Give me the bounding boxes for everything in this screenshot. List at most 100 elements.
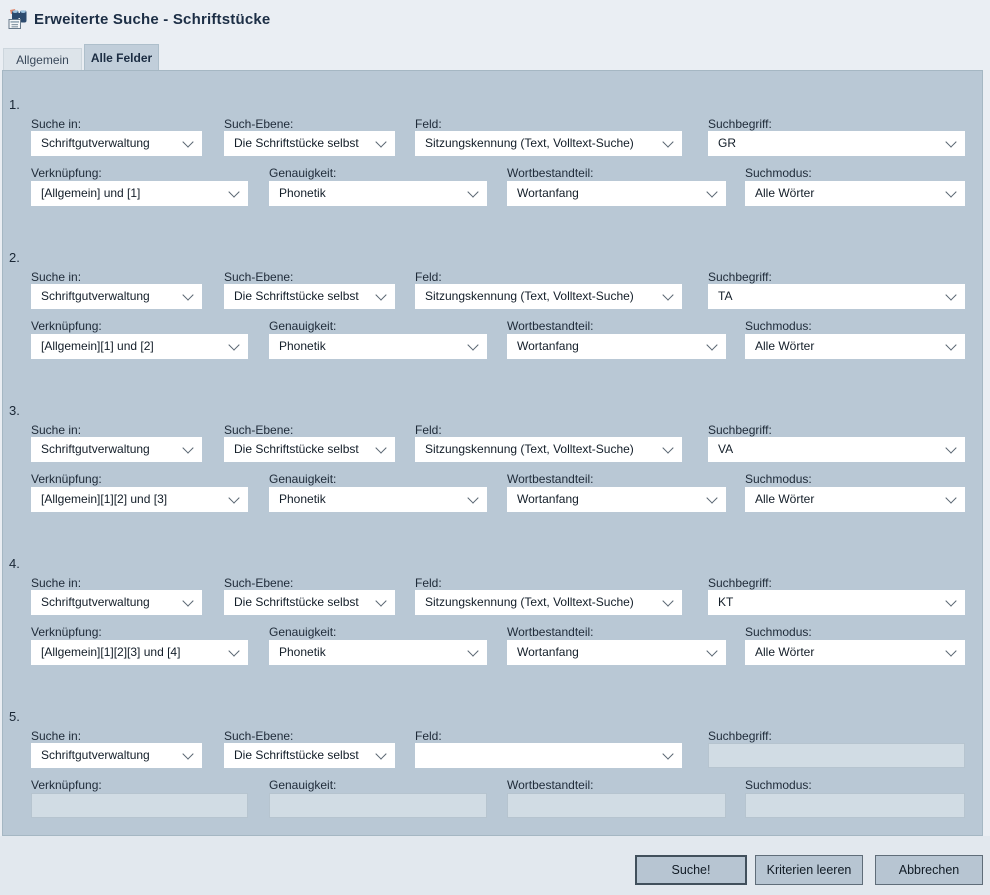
window-titlebar: Erweiterte Suche - Schriftstücke [0, 0, 990, 44]
suche-in-select[interactable]: Schriftgutverwaltung [31, 590, 202, 615]
chevron-down-icon [945, 186, 956, 197]
wortbestandteil-value: Wortanfang [517, 487, 579, 512]
suchbegriff-combo[interactable]: TA [708, 284, 965, 309]
suchmodus-value: Alle Wörter [755, 487, 814, 512]
such-ebene-select[interactable]: Die Schriftstücke selbst [224, 743, 395, 768]
genauigkeit-value: Phonetik [279, 181, 326, 206]
chevron-down-icon [945, 595, 956, 606]
chevron-down-icon [375, 748, 386, 759]
suche-in-select[interactable]: Schriftgutverwaltung [31, 743, 202, 768]
chevron-down-icon [662, 136, 673, 147]
verknuepfung-select[interactable]: [Allgemein] und [1] [31, 181, 248, 206]
chevron-down-icon [945, 289, 956, 300]
genauigkeit-select[interactable]: Phonetik [269, 334, 487, 359]
suche-in-select[interactable]: Schriftgutverwaltung [31, 131, 202, 156]
suchbegriff-label: Suchbegriff: [708, 729, 772, 743]
wortbestandteil-select[interactable]: Wortanfang [507, 334, 726, 359]
chevron-down-icon [182, 442, 193, 453]
chevron-down-icon [375, 442, 386, 453]
suchmodus-select[interactable]: Alle Wörter [745, 334, 965, 359]
genauigkeit-select[interactable]: Phonetik [269, 487, 487, 512]
suchbegriff-value: KT [718, 590, 733, 615]
genauigkeit-label: Genauigkeit: [269, 778, 336, 792]
chevron-down-icon [467, 186, 478, 197]
chevron-down-icon [467, 339, 478, 350]
such-ebene-select[interactable]: Die Schriftstücke selbst [224, 131, 395, 156]
wortbestandteil-select[interactable]: Wortanfang [507, 487, 726, 512]
wortbestandteil-label: Wortbestandteil: [507, 319, 594, 333]
chevron-down-icon [706, 339, 717, 350]
suchbegriff-combo[interactable]: KT [708, 590, 965, 615]
verknuepfung-select[interactable]: [Allgemein][1][2][3] und [4] [31, 640, 248, 665]
verknuepfung-label: Verknüpfung: [31, 625, 102, 639]
feld-select[interactable]: Sitzungskennung (Text, Volltext-Suche) [415, 131, 682, 156]
wortbestandteil-select[interactable]: Wortanfang [507, 181, 726, 206]
tab-allgemein[interactable]: Allgemein [3, 48, 82, 70]
feld-value: Sitzungskennung (Text, Volltext-Suche) [425, 284, 634, 309]
chevron-down-icon [182, 136, 193, 147]
genauigkeit-select[interactable]: Phonetik [269, 181, 487, 206]
suche-in-select[interactable]: Schriftgutverwaltung [31, 437, 202, 462]
suchmodus-label: Suchmodus: [745, 625, 812, 639]
suchbegriff-label: Suchbegriff: [708, 576, 772, 590]
suche-in-value: Schriftgutverwaltung [41, 590, 150, 615]
tab-alle-felder[interactable]: Alle Felder [84, 44, 159, 70]
verknuepfung-select[interactable]: [Allgemein][1][2] und [3] [31, 487, 248, 512]
suche-in-label: Suche in: [31, 729, 81, 743]
genauigkeit-label: Genauigkeit: [269, 625, 336, 639]
search-criteria-section: 1. Suche in: Schriftgutverwaltung Such-E… [3, 97, 982, 250]
feld-select[interactable] [415, 743, 682, 768]
chevron-down-icon [662, 595, 673, 606]
chevron-down-icon [706, 186, 717, 197]
suchbegriff-value: GR [718, 131, 736, 156]
genauigkeit-label: Genauigkeit: [269, 166, 336, 180]
feld-select[interactable]: Sitzungskennung (Text, Volltext-Suche) [415, 284, 682, 309]
such-ebene-label: Such-Ebene: [224, 270, 293, 284]
wortbestandteil-label: Wortbestandteil: [507, 625, 594, 639]
suche-in-value: Schriftgutverwaltung [41, 131, 150, 156]
verknuepfung-label: Verknüpfung: [31, 166, 102, 180]
suche-in-select[interactable]: Schriftgutverwaltung [31, 284, 202, 309]
chevron-down-icon [467, 492, 478, 503]
such-ebene-select[interactable]: Die Schriftstücke selbst [224, 284, 395, 309]
genauigkeit-select[interactable]: Phonetik [269, 640, 487, 665]
chevron-down-icon [182, 748, 193, 759]
wortbestandteil-select [507, 793, 726, 818]
suchmodus-label: Suchmodus: [745, 166, 812, 180]
wortbestandteil-value: Wortanfang [517, 334, 579, 359]
such-ebene-select[interactable]: Die Schriftstücke selbst [224, 437, 395, 462]
feld-label: Feld: [415, 117, 442, 131]
search-criteria-section: 3. Suche in: Schriftgutverwaltung Such-E… [3, 403, 982, 556]
suchmodus-select[interactable]: Alle Wörter [745, 640, 965, 665]
suche-in-label: Suche in: [31, 270, 81, 284]
suchmodus-select[interactable]: Alle Wörter [745, 181, 965, 206]
genauigkeit-value: Phonetik [279, 640, 326, 665]
chevron-down-icon [228, 645, 239, 656]
chevron-down-icon [228, 186, 239, 197]
suchbegriff-label: Suchbegriff: [708, 270, 772, 284]
wortbestandteil-select[interactable]: Wortanfang [507, 640, 726, 665]
such-ebene-select[interactable]: Die Schriftstücke selbst [224, 590, 395, 615]
genauigkeit-select [269, 793, 487, 818]
search-criteria-section: 4. Suche in: Schriftgutverwaltung Such-E… [3, 556, 982, 709]
suchmodus-label: Suchmodus: [745, 319, 812, 333]
suchbegriff-combo[interactable]: VA [708, 437, 965, 462]
chevron-down-icon [662, 748, 673, 759]
suchmodus-select[interactable]: Alle Wörter [745, 487, 965, 512]
suchmodus-label: Suchmodus: [745, 472, 812, 486]
section-number: 3. [9, 403, 20, 418]
feld-label: Feld: [415, 423, 442, 437]
such-ebene-value: Die Schriftstücke selbst [234, 284, 359, 309]
suche-in-label: Suche in: [31, 117, 81, 131]
such-ebene-value: Die Schriftstücke selbst [234, 590, 359, 615]
feld-select[interactable]: Sitzungskennung (Text, Volltext-Suche) [415, 590, 682, 615]
verknuepfung-value: [Allgemein][1] und [2] [41, 334, 154, 359]
section-number: 5. [9, 709, 20, 724]
wortbestandteil-label: Wortbestandteil: [507, 778, 594, 792]
suchbegriff-label: Suchbegriff: [708, 117, 772, 131]
verknuepfung-select[interactable]: [Allgemein][1] und [2] [31, 334, 248, 359]
suchbegriff-combo[interactable]: GR [708, 131, 965, 156]
chevron-down-icon [228, 492, 239, 503]
feld-select[interactable]: Sitzungskennung (Text, Volltext-Suche) [415, 437, 682, 462]
such-ebene-value: Die Schriftstücke selbst [234, 743, 359, 768]
